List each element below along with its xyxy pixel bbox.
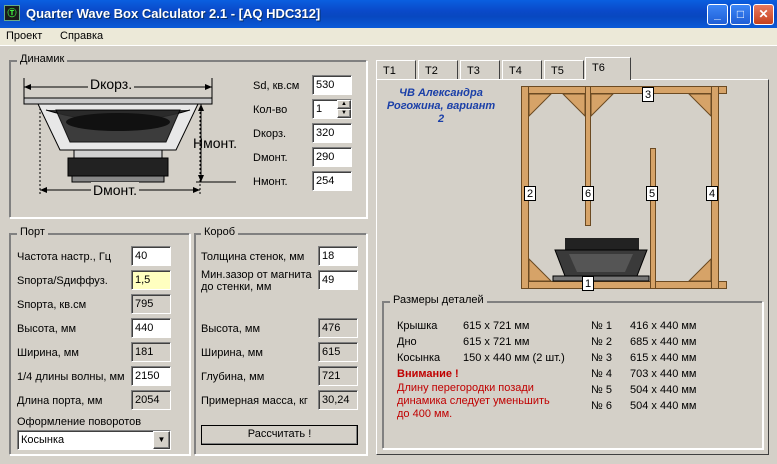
- part-size-1: 416 x 440 мм: [630, 320, 697, 332]
- menu-bar: Проект Справка: [0, 28, 777, 46]
- box-depth-label: Глубина, мм: [201, 371, 265, 383]
- details-group-label: Размеры деталей: [390, 294, 487, 306]
- quarter-wave-label: 1/4 длины волны, мм: [17, 371, 125, 383]
- maximize-button[interactable]: □: [730, 4, 751, 25]
- port-ratio-input[interactable]: 1,5: [131, 270, 171, 290]
- part-size-6: 504 x 440 мм: [630, 400, 697, 412]
- magnet-gap-input[interactable]: 49: [318, 270, 358, 290]
- box-width-value: 615: [318, 342, 358, 362]
- box-mass-label: Примерная масса, кг: [201, 395, 308, 407]
- part-num-5: № 5: [591, 384, 612, 396]
- detail-bottom-name: Дно: [397, 336, 417, 348]
- hmont-label: Hмонт.: [253, 176, 288, 188]
- tab-t4[interactable]: T4: [502, 60, 542, 80]
- quarter-wave-input[interactable]: 2150: [131, 366, 171, 386]
- app-icon: Ⓣ: [4, 5, 20, 21]
- box-drawing: [521, 86, 727, 292]
- part-num-4: № 4: [591, 368, 612, 380]
- box-height-label: Высота, мм: [201, 323, 261, 335]
- part-size-2: 685 x 440 мм: [630, 336, 697, 348]
- port-ratio-label: Sпорта/Sдиффуз.: [17, 275, 108, 287]
- diagram-dkorz-label: Dкорз.: [88, 76, 135, 92]
- dkorz-input[interactable]: 320: [312, 123, 352, 143]
- sd-input[interactable]: 530: [312, 75, 352, 95]
- sd-label: Sd, кв.см: [253, 80, 300, 92]
- port-area-value: 795: [131, 294, 171, 314]
- count-label: Кол-во: [253, 104, 288, 116]
- warning-title: Внимание !: [397, 368, 459, 380]
- port-length-label: Длина порта, мм: [17, 395, 103, 407]
- box-width-label: Ширина, мм: [201, 347, 263, 359]
- part-size-3: 615 x 440 мм: [630, 352, 697, 364]
- title-bar[interactable]: Ⓣ Quarter Wave Box Calculator 2.1 - [AQ …: [0, 0, 777, 28]
- port-area-label: Sпорта, кв.см: [17, 299, 87, 311]
- part-num-2: № 2: [591, 336, 612, 348]
- diagram-hmont-label: Hмонт.: [193, 135, 238, 151]
- detail-gusset-name: Косынка: [397, 352, 441, 364]
- diagram-dmont-label: Dмонт.: [91, 182, 140, 198]
- part-size-5: 504 x 440 мм: [630, 384, 697, 396]
- magnet-gap-label: Мин.зазор от магнита до стенки, мм: [201, 269, 312, 293]
- part-label-5: 5: [646, 186, 658, 201]
- port-height-input[interactable]: 440: [131, 318, 171, 338]
- port-group-label: Порт: [17, 226, 48, 238]
- dkorz-label: Dкорз.: [253, 128, 287, 140]
- dmont-label: Dмонт.: [253, 152, 288, 164]
- port-width-label: Ширина, мм: [17, 347, 79, 359]
- calculate-button[interactable]: Рассчитать !: [201, 425, 358, 445]
- port-freq-label: Частота настр., Гц: [17, 251, 112, 263]
- part-label-1: 1: [582, 276, 594, 291]
- tab-t6[interactable]: T6: [585, 57, 631, 80]
- chevron-down-icon[interactable]: ▼: [153, 431, 170, 449]
- part-label-2: 2: [524, 186, 536, 201]
- close-button[interactable]: ✕: [753, 4, 774, 25]
- hmont-input[interactable]: 254: [312, 171, 352, 191]
- menu-help[interactable]: Справка: [60, 30, 103, 42]
- box-height-value: 476: [318, 318, 358, 338]
- count-value: 1: [316, 103, 323, 115]
- spinner-up-icon[interactable]: ▲: [337, 100, 351, 109]
- box-group-label: Короб: [201, 226, 239, 238]
- turn-style-value: Косынка: [21, 434, 65, 446]
- part-label-6: 6: [582, 186, 594, 201]
- detail-gusset-size: 150 x 440 мм (2 шт.): [463, 352, 565, 364]
- tab-t3[interactable]: T3: [460, 60, 500, 80]
- warning-text: Длину перегородки позади динамика следуе…: [397, 382, 550, 420]
- speaker-icon: [552, 238, 650, 282]
- port-height-label: Высота, мм: [17, 323, 77, 335]
- menu-project[interactable]: Проект: [6, 30, 42, 42]
- box-mass-value: 30,24: [318, 390, 358, 410]
- part-num-6: № 6: [591, 400, 612, 412]
- detail-bottom-size: 615 x 721 мм: [463, 336, 530, 348]
- detail-lid-size: 615 x 721 мм: [463, 320, 530, 332]
- detail-lid-name: Крышка: [397, 320, 438, 332]
- turn-style-select[interactable]: Косынка: [17, 430, 171, 450]
- port-length-value: 2054: [131, 390, 171, 410]
- turn-style-label: Оформление поворотов: [17, 416, 142, 428]
- part-label-3: 3: [642, 87, 654, 102]
- window-title: Quarter Wave Box Calculator 2.1 - [AQ HD…: [26, 6, 321, 21]
- design-title: ЧВ Александра Рогожина, вариант 2: [386, 87, 496, 125]
- port-width-value: 181: [131, 342, 171, 362]
- part-num-3: № 3: [591, 352, 612, 364]
- tab-t5[interactable]: T5: [544, 60, 584, 80]
- part-label-4: 4: [706, 186, 718, 201]
- minimize-button[interactable]: _: [707, 4, 728, 25]
- dmont-input[interactable]: 290: [312, 147, 352, 167]
- part-size-4: 703 x 440 мм: [630, 368, 697, 380]
- box-depth-value: 721: [318, 366, 358, 386]
- spinner-down-icon[interactable]: ▼: [337, 109, 351, 118]
- speaker-group-label: Динамик: [17, 53, 68, 65]
- port-freq-input[interactable]: 40: [131, 246, 171, 266]
- part-num-1: № 1: [591, 320, 612, 332]
- wall-thickness-label: Толщина стенок, мм: [201, 251, 305, 263]
- tab-t1[interactable]: T1: [376, 60, 416, 80]
- wall-thickness-input[interactable]: 18: [318, 246, 358, 266]
- tab-t2[interactable]: T2: [418, 60, 458, 80]
